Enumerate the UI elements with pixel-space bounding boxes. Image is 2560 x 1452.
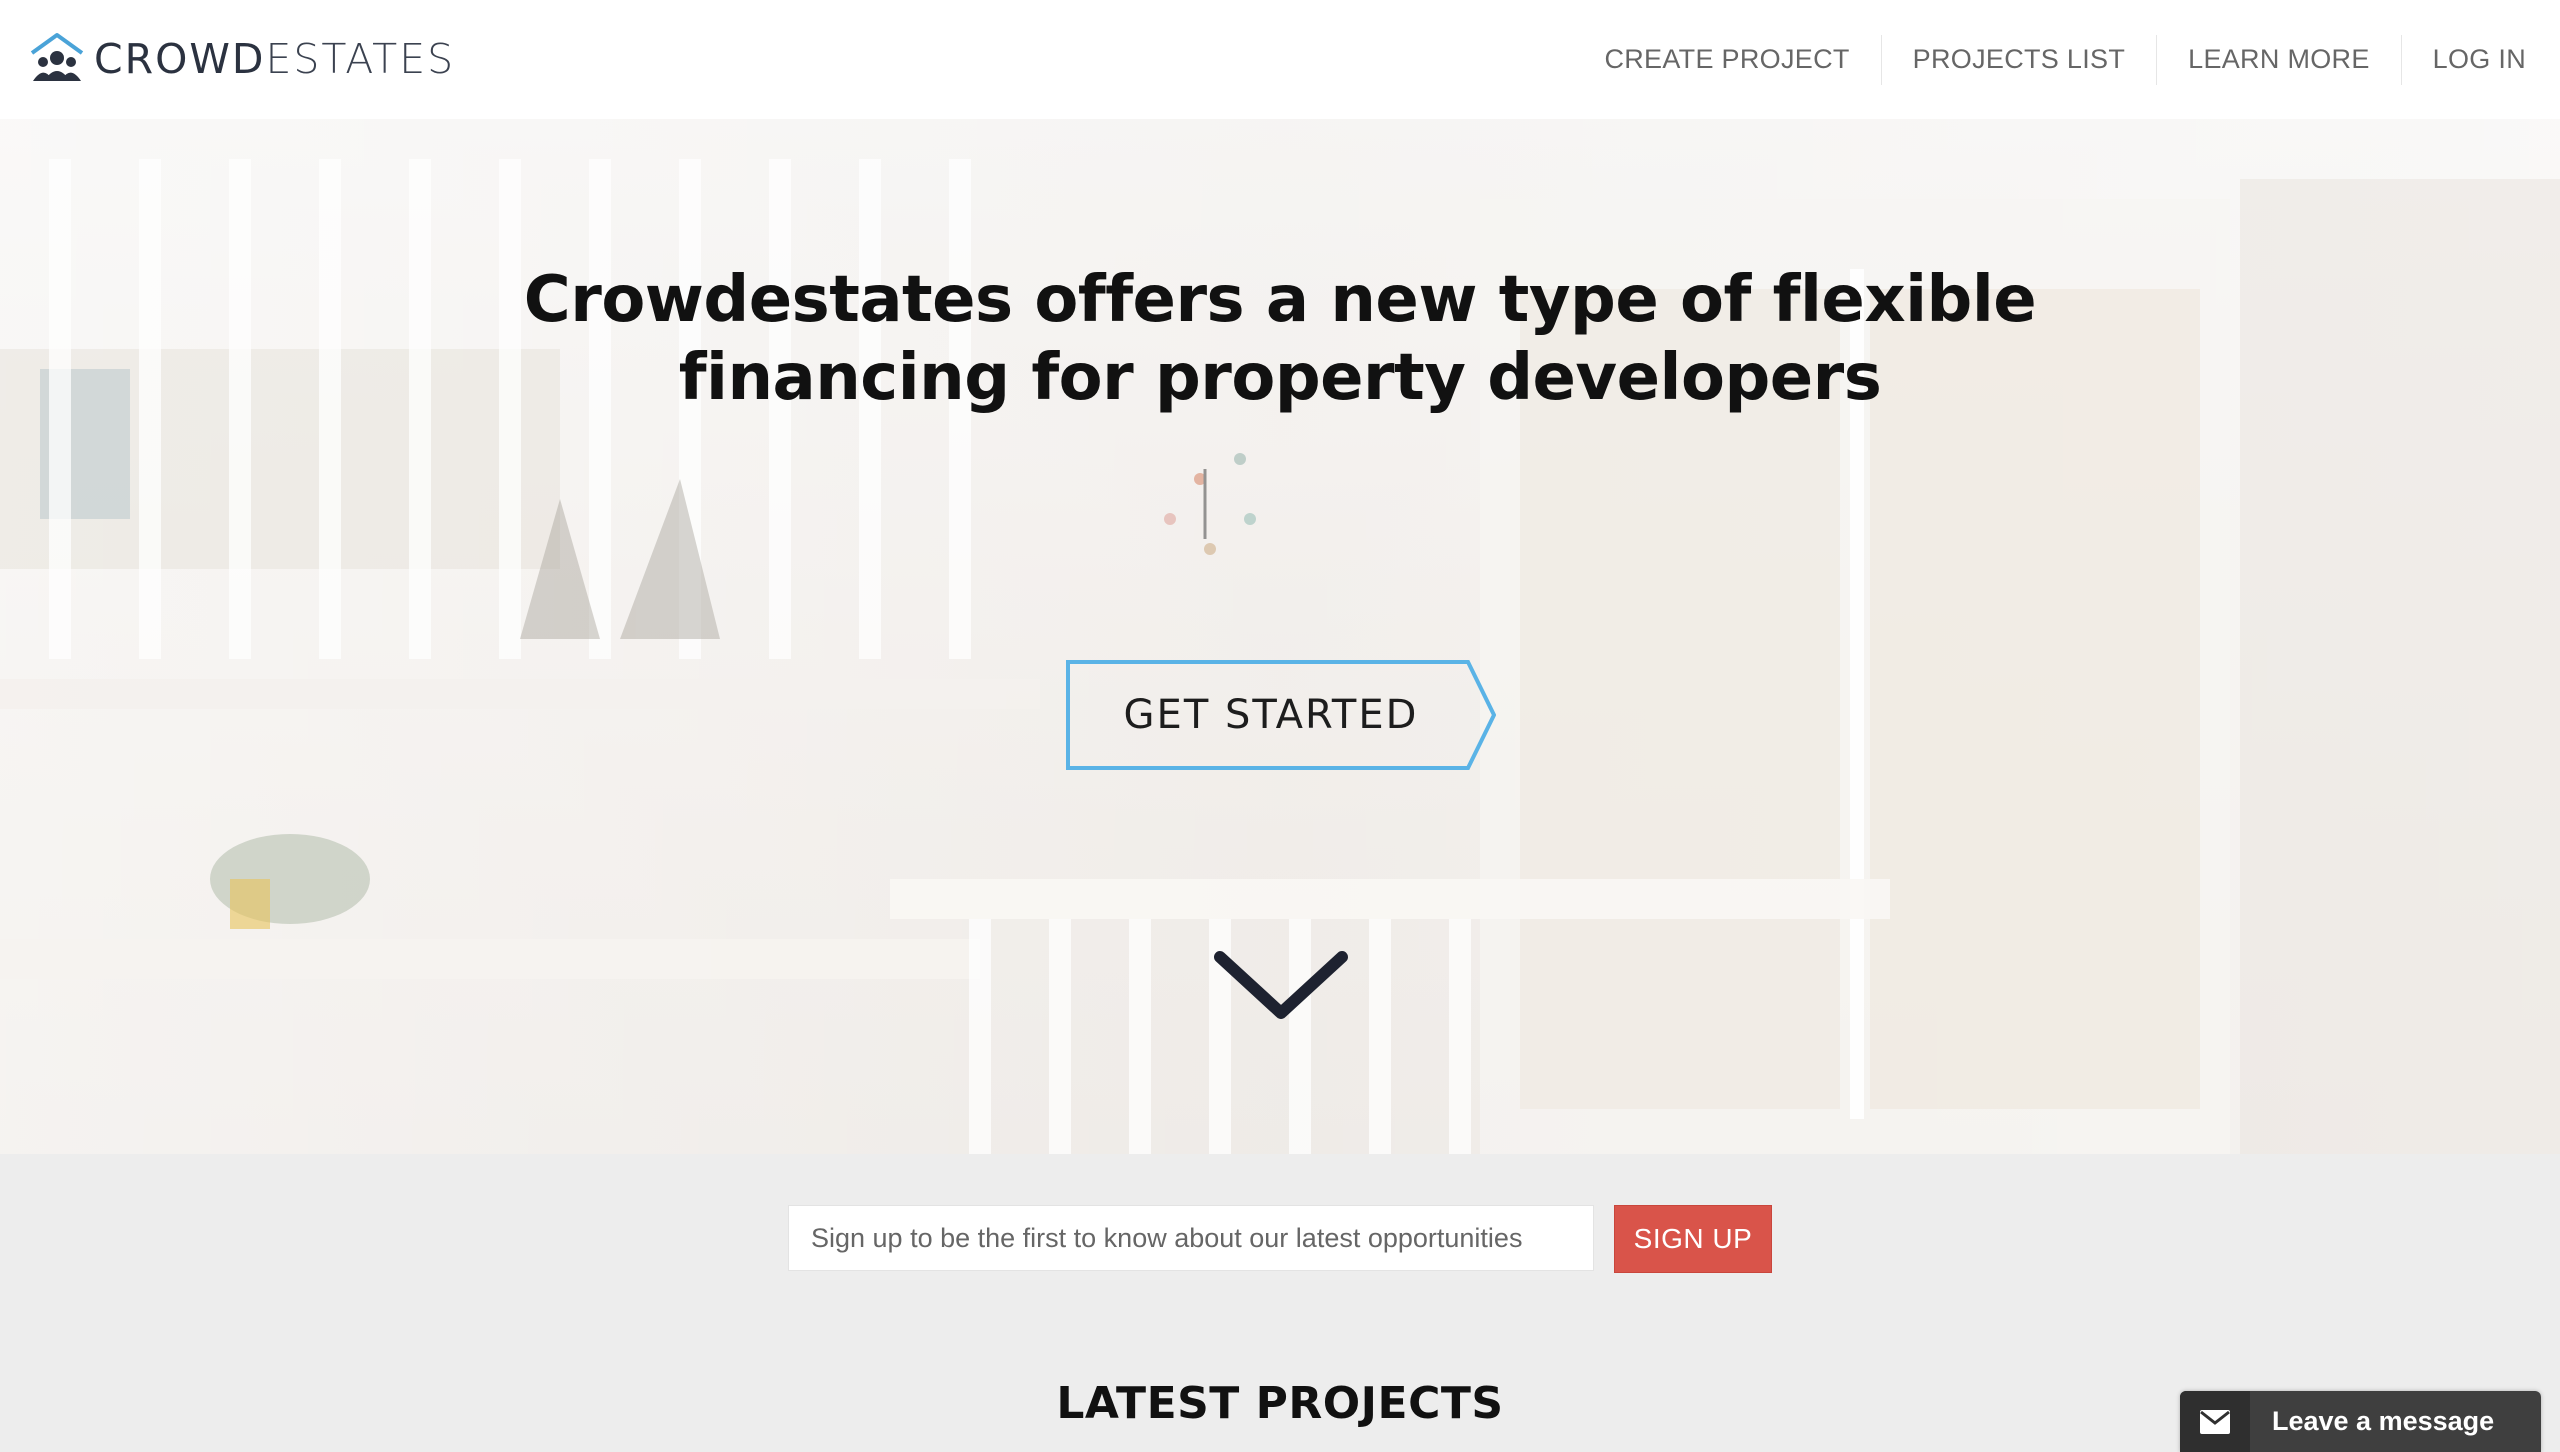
hero-headline-line1: Crowdestates offers a new type of flexib…: [523, 263, 2037, 337]
envelope-icon: [2200, 1409, 2230, 1434]
nav-log-in[interactable]: LOG IN: [2402, 35, 2526, 85]
leave-message-widget[interactable]: Leave a message: [2180, 1391, 2541, 1452]
scroll-down-button[interactable]: [1212, 945, 1350, 1025]
sign-up-button[interactable]: SIGN UP: [1614, 1205, 1772, 1273]
nav-create-project[interactable]: CREATE PROJECT: [1573, 34, 1882, 85]
nav-learn-more[interactable]: LEARN MORE: [2157, 34, 2402, 85]
brand-wordmark: CROWDESTATES: [94, 39, 455, 80]
leave-message-label: Leave a message: [2272, 1406, 2495, 1436]
brand-name-light: ESTATES: [265, 35, 456, 83]
newsletter-signup: SIGN UP: [0, 1154, 2560, 1314]
main-nav: CREATE PROJECT PROJECTS LIST LEARN MORE …: [1573, 0, 2526, 119]
hero-section: Crowdestates offers a new type of flexib…: [0, 119, 2560, 1154]
get-started-label: GET STARTED: [1123, 692, 1419, 738]
hero-headline-line2: financing for property developers: [678, 341, 1882, 415]
hero-headline: Crowdestates offers a new type of flexib…: [0, 261, 2560, 417]
chevron-down-icon: [1214, 951, 1348, 1019]
nav-projects-list[interactable]: PROJECTS LIST: [1882, 34, 2158, 85]
brand-name-bold: CROWD: [94, 35, 266, 83]
chat-icon-box: [2180, 1391, 2250, 1452]
house-people-icon: [30, 32, 84, 81]
get-started-button[interactable]: GET STARTED: [1066, 660, 1496, 770]
brand-logo[interactable]: CROWDESTATES: [28, 31, 455, 89]
latest-projects-heading: LATEST PROJECTS: [1056, 1378, 1504, 1429]
site-header: CROWDESTATES CREATE PROJECT PROJECTS LIS…: [0, 0, 2560, 119]
email-signup-input[interactable]: [788, 1205, 1594, 1271]
